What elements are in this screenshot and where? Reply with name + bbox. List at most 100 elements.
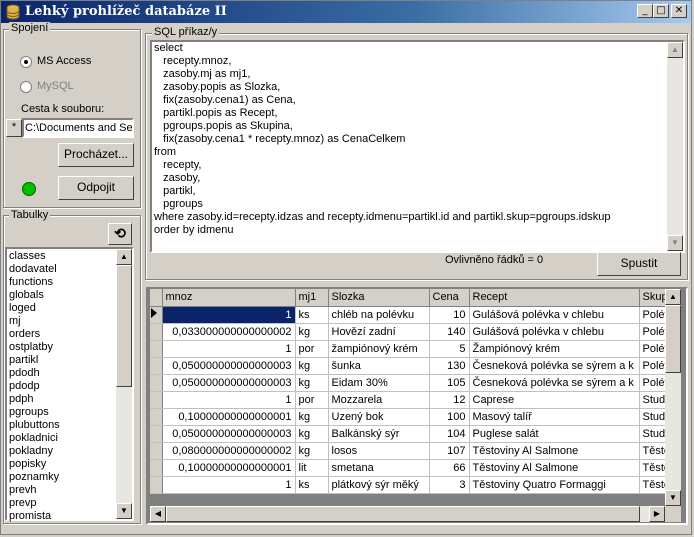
table-list-item[interactable]: prevh — [9, 484, 114, 497]
grid-scroll-down[interactable]: ▼ — [665, 490, 681, 506]
table-row[interactable]: 0,050000000000000003 kg Eidam 30% 105 Česnek… — [150, 374, 676, 392]
table-row[interactable]: 1 ks chléb na polévku 10 Gulášová polévka v … — [150, 306, 676, 324]
cell-mj1[interactable]: kg — [295, 357, 329, 375]
cell-mj1[interactable]: por — [295, 391, 329, 409]
cell-cena[interactable]: 105 — [429, 374, 470, 392]
title-bar[interactable]: Lehký prohlížeč databáze II — [1, 1, 691, 23]
minimize-button[interactable]: _ — [637, 4, 653, 18]
column-header-cena[interactable]: Cena — [429, 289, 470, 307]
table-row[interactable]: 1 ks plátkový sýr měký 3 Těstoviny Quatro Fo… — [150, 476, 676, 494]
maximize-button[interactable]: □ — [653, 4, 669, 18]
table-row[interactable]: 0,050000000000000003 kg Balkánský sýr 104 Pu… — [150, 425, 676, 443]
grid-hscroll-thumb[interactable] — [166, 506, 640, 522]
table-row[interactable]: 0,10000000000000001 kg Uzený bok 100 Masový … — [150, 408, 676, 426]
cell-mj1[interactable]: kg — [295, 425, 329, 443]
cell-mnoz[interactable]: 0,050000000000000003 — [162, 374, 296, 392]
sql-scroll-down[interactable]: ▼ — [667, 235, 683, 251]
cell-mj1[interactable]: kg — [295, 408, 329, 426]
table-list-item[interactable]: mj — [9, 315, 114, 328]
column-header-recept[interactable]: Recept — [469, 289, 640, 307]
table-list-item[interactable]: classes — [9, 250, 114, 263]
cell-recept[interactable]: Masový talíř — [469, 408, 640, 426]
cell-recept[interactable]: Česneková polévka se sýrem a k — [469, 357, 640, 375]
refresh-button[interactable]: ⟲ — [108, 223, 132, 245]
grid-scroll-right[interactable]: ▶ — [649, 506, 665, 522]
cell-recept[interactable]: Těstoviny Al Salmone — [469, 442, 640, 460]
cell-cena[interactable]: 10 — [429, 306, 470, 324]
sql-scrollbar[interactable] — [667, 42, 683, 251]
cell-recept[interactable]: Gulášová polévka v chlebu — [469, 323, 640, 341]
grid-vscroll-thumb[interactable] — [665, 305, 681, 373]
table-list-item[interactable]: poznamky — [9, 471, 114, 484]
table-list-item[interactable]: pdph — [9, 393, 114, 406]
table-list-item[interactable]: loged — [9, 302, 114, 315]
table-row[interactable]: 0,10000000000000001 lit smetana 66 Těstoviny… — [150, 459, 676, 477]
table-row[interactable]: 0,050000000000000003 kg šunka 130 Česneková … — [150, 357, 676, 375]
cell-mnoz[interactable]: 0,033000000000000002 — [162, 323, 296, 341]
cell-slozka[interactable]: Eidam 30% — [328, 374, 430, 392]
cell-cena[interactable]: 130 — [429, 357, 470, 375]
cell-mnoz[interactable]: 1 — [162, 306, 296, 324]
cell-mnoz[interactable]: 0,10000000000000001 — [162, 408, 296, 426]
table-row[interactable]: 0,080000000000000002 kg losos 107 Těstoviny … — [150, 442, 676, 460]
table-list-item[interactable]: dodavatel — [9, 263, 114, 276]
column-header-mnoz[interactable]: mnoz — [162, 289, 296, 307]
table-list-item[interactable]: prevp — [9, 497, 114, 510]
cell-recept[interactable]: Puglese salát — [469, 425, 640, 443]
cell-recept[interactable]: Gulášová polévka v chlebu — [469, 306, 640, 324]
cell-mj1[interactable]: por — [295, 340, 329, 358]
cell-slozka[interactable]: Hovězí zadní — [328, 323, 430, 341]
cell-mnoz[interactable]: 0,10000000000000001 — [162, 459, 296, 477]
table-list-item[interactable]: pdodh — [9, 367, 114, 380]
table-list-item[interactable]: plubuttons — [9, 419, 114, 432]
column-header-slozka[interactable]: Slozka — [328, 289, 430, 307]
cell-slozka[interactable]: žampiónový krém — [328, 340, 430, 358]
table-list-item[interactable]: pgroups — [9, 406, 114, 419]
cell-cena[interactable]: 3 — [429, 476, 470, 494]
table-list-item[interactable]: orders — [9, 328, 114, 341]
cell-slozka[interactable]: plátkový sýr měký — [328, 476, 430, 494]
cell-cena[interactable]: 12 — [429, 391, 470, 409]
table-list-item[interactable]: pokladnici — [9, 432, 114, 445]
grid-scroll-left[interactable]: ◀ — [150, 506, 166, 522]
cell-slozka[interactable]: Uzený bok — [328, 408, 430, 426]
tables-scroll-thumb[interactable] — [116, 265, 132, 387]
tables-scroll-down[interactable]: ▼ — [116, 503, 132, 519]
path-input[interactable]: C:\Documents and Set — [22, 118, 134, 138]
grid-scroll-up[interactable]: ▲ — [665, 289, 681, 305]
cell-slozka[interactable]: šunka — [328, 357, 430, 375]
close-button[interactable]: ✕ — [671, 4, 687, 18]
run-button[interactable]: Spustit — [597, 252, 681, 276]
cell-mnoz[interactable]: 1 — [162, 391, 296, 409]
cell-mnoz[interactable]: 0,080000000000000002 — [162, 442, 296, 460]
cell-mnoz[interactable]: 1 — [162, 476, 296, 494]
cell-mj1[interactable]: kg — [295, 442, 329, 460]
cell-cena[interactable]: 140 — [429, 323, 470, 341]
radio-mysql[interactable] — [20, 81, 32, 93]
column-header-mj1[interactable]: mj1 — [295, 289, 329, 307]
cell-recept[interactable]: Česneková polévka se sýrem a k — [469, 374, 640, 392]
cell-recept[interactable]: Těstoviny Al Salmone — [469, 459, 640, 477]
cell-cena[interactable]: 100 — [429, 408, 470, 426]
cell-mj1[interactable]: ks — [295, 476, 329, 494]
radio-ms-access[interactable] — [20, 56, 32, 68]
browse-button[interactable]: Procházet... — [58, 143, 134, 167]
table-list-item[interactable]: functions — [9, 276, 114, 289]
table-list-item[interactable]: pdodp — [9, 380, 114, 393]
table-list-item[interactable]: promista — [9, 510, 114, 523]
cell-recept[interactable]: Těstoviny Quatro Formaggi — [469, 476, 640, 494]
cell-mnoz[interactable]: 1 — [162, 340, 296, 358]
cell-mj1[interactable]: ks — [295, 306, 329, 324]
cell-mj1[interactable]: kg — [295, 323, 329, 341]
table-row[interactable]: 1 por žampiónový krém 5 Žampiónový krém Polév — [150, 340, 676, 358]
tables-scroll-up[interactable]: ▲ — [116, 249, 132, 265]
cell-slozka[interactable]: chléb na polévku — [328, 306, 430, 324]
cell-recept[interactable]: Žampiónový krém — [469, 340, 640, 358]
cell-cena[interactable]: 5 — [429, 340, 470, 358]
table-row[interactable]: 0,033000000000000002 kg Hovězí zadní 140 Gul… — [150, 323, 676, 341]
table-row[interactable]: 1 por Mozzarela 12 Caprese Stude — [150, 391, 676, 409]
cell-slozka[interactable]: smetana — [328, 459, 430, 477]
table-list-item[interactable]: globals — [9, 289, 114, 302]
cell-mj1[interactable]: kg — [295, 374, 329, 392]
table-list-item[interactable]: pokladny — [9, 445, 114, 458]
